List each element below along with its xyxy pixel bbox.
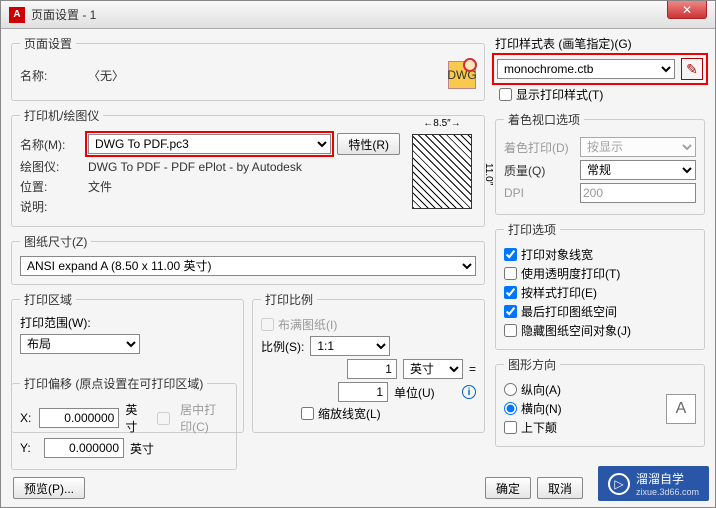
- orientation-legend: 图形方向: [504, 356, 560, 373]
- window-title: 页面设置 - 1: [31, 6, 707, 23]
- plot-style-select[interactable]: monochrome.ctb: [497, 59, 675, 79]
- print-range-select[interactable]: 布局: [20, 334, 140, 354]
- ok-button[interactable]: 确定: [485, 477, 531, 499]
- orientation-icon: A: [666, 394, 696, 424]
- quality-select[interactable]: 常规: [580, 160, 696, 180]
- opt-lineweight-label: 打印对象线宽: [521, 246, 593, 263]
- scale-lineweight-label: 缩放线宽(L): [318, 405, 381, 422]
- offset-y-unit: 英寸: [130, 440, 154, 457]
- printer-group: 打印机/绘图仪 名称(M): DWG To PDF.pc3 特性(R) 绘图仪:…: [11, 107, 485, 227]
- opt-paperspace-last-checkbox[interactable]: [504, 305, 517, 318]
- upside-down-checkbox[interactable]: [504, 421, 517, 434]
- fit-to-paper-label: 布满图纸(I): [278, 316, 337, 333]
- offset-x-label: X:: [20, 411, 33, 425]
- offset-x-input[interactable]: [39, 408, 119, 428]
- dpi-input: [580, 183, 696, 203]
- name-label: 名称:: [20, 67, 82, 84]
- location-value: 文件: [88, 178, 112, 195]
- print-range-label: 打印范围(W):: [20, 314, 235, 331]
- opt-paperspace-last-label: 最后打印图纸空间: [521, 303, 617, 320]
- paper-size-group: 图纸尺寸(Z) ANSI expand A (8.50 x 11.00 英寸): [11, 233, 485, 285]
- printer-name-label: 名称(M):: [20, 136, 82, 153]
- scale-unit-select[interactable]: 英寸: [403, 359, 463, 379]
- paper-size-select[interactable]: ANSI expand A (8.50 x 11.00 英寸): [20, 256, 476, 276]
- app-icon: A: [9, 7, 25, 23]
- shade-print-select: 按显示: [580, 137, 696, 157]
- offset-y-label: Y:: [20, 441, 38, 455]
- scale-ratio-label: 比例(S):: [261, 338, 304, 355]
- name-value: 〈无〉: [88, 67, 442, 84]
- center-print-label: 居中打印(C): [180, 401, 228, 435]
- opt-transparency-checkbox[interactable]: [504, 267, 517, 280]
- desc-label: 说明:: [20, 198, 82, 215]
- show-plot-style-checkbox[interactable]: [499, 88, 512, 101]
- print-offset-legend: 打印偏移 (原点设置在可打印区域): [20, 375, 207, 392]
- preview-width-label: ←8.5″→: [408, 118, 476, 129]
- portrait-radio[interactable]: [504, 383, 517, 396]
- cancel-button[interactable]: 取消: [537, 477, 583, 499]
- plotter-label: 绘图仪:: [20, 158, 82, 175]
- landscape-radio[interactable]: [504, 402, 517, 415]
- shade-viewport-legend: 着色视口选项: [504, 111, 584, 128]
- printer-legend: 打印机/绘图仪: [20, 107, 103, 124]
- paper-preview: ←8.5″→ 11.0″: [408, 130, 476, 218]
- print-options-legend: 打印选项: [504, 221, 560, 238]
- offset-y-input[interactable]: [44, 438, 124, 458]
- help-icon[interactable]: i: [462, 385, 476, 399]
- play-icon: ▷: [608, 473, 630, 495]
- scale-equals: =: [469, 362, 476, 376]
- opt-bystyle-checkbox[interactable]: [504, 286, 517, 299]
- opt-hide-paperspace-label: 隐藏图纸空间对象(J): [521, 322, 631, 339]
- properties-button[interactable]: 特性(R): [337, 133, 400, 155]
- show-plot-style-label: 显示打印样式(T): [516, 86, 603, 103]
- dwg-icon: DWG: [448, 61, 476, 89]
- page-setup-legend: 页面设置: [20, 35, 76, 52]
- print-scale-group: 打印比例 布满图纸(I) 比例(S): 1:1 英寸 =: [252, 291, 485, 433]
- paper-size-legend: 图纸尺寸(Z): [20, 233, 91, 250]
- portrait-label: 纵向(A): [521, 381, 561, 398]
- drawing-unit-input[interactable]: [338, 382, 388, 402]
- print-area-legend: 打印区域: [20, 291, 76, 308]
- preview-height-label: 11.0″: [483, 130, 494, 218]
- preview-button[interactable]: 预览(P)...: [13, 477, 85, 499]
- print-scale-legend: 打印比例: [261, 291, 317, 308]
- location-label: 位置:: [20, 178, 82, 195]
- opt-transparency-label: 使用透明度打印(T): [521, 265, 620, 282]
- opt-hide-paperspace-checkbox[interactable]: [504, 324, 517, 337]
- offset-x-unit: 英寸: [125, 401, 143, 435]
- dpi-label: DPI: [504, 186, 574, 200]
- scale-unit-count[interactable]: [347, 359, 397, 379]
- brush-icon[interactable]: ✎: [681, 58, 703, 80]
- shade-print-label: 着色打印(D): [504, 139, 574, 156]
- orientation-group: 图形方向 纵向(A) 横向(N) 上下颠 A: [495, 356, 705, 447]
- plot-style-legend: 打印样式表 (画笔指定)(G): [495, 35, 705, 52]
- scale-lineweight-checkbox[interactable]: [301, 407, 314, 420]
- scale-ratio-select[interactable]: 1:1: [310, 336, 390, 356]
- drawing-unit-label: 单位(U): [394, 384, 454, 401]
- watermark-text: 溜溜自学: [636, 470, 699, 487]
- upside-down-label: 上下颠: [521, 419, 557, 436]
- plotter-value: DWG To PDF - PDF ePlot - by Autodesk: [88, 160, 302, 174]
- page-setup-group: 页面设置 名称: 〈无〉 DWG: [11, 35, 485, 101]
- quality-label: 质量(Q): [504, 162, 574, 179]
- fit-to-paper-checkbox: [261, 318, 274, 331]
- opt-lineweight-checkbox[interactable]: [504, 248, 517, 261]
- close-button[interactable]: ✕: [667, 1, 707, 19]
- landscape-label: 横向(N): [521, 400, 562, 417]
- center-print-checkbox: [157, 412, 170, 425]
- watermark: ▷ 溜溜自学 zixue.3d66.com: [598, 466, 709, 501]
- shade-viewport-group: 着色视口选项 着色打印(D) 按显示 质量(Q) 常规 DPI: [495, 111, 705, 215]
- watermark-sub: zixue.3d66.com: [636, 487, 699, 497]
- print-options-group: 打印选项 打印对象线宽 使用透明度打印(T) 按样式打印(E) 最后打印图纸空间…: [495, 221, 705, 350]
- printer-name-select[interactable]: DWG To PDF.pc3: [88, 134, 331, 154]
- opt-bystyle-label: 按样式打印(E): [521, 284, 597, 301]
